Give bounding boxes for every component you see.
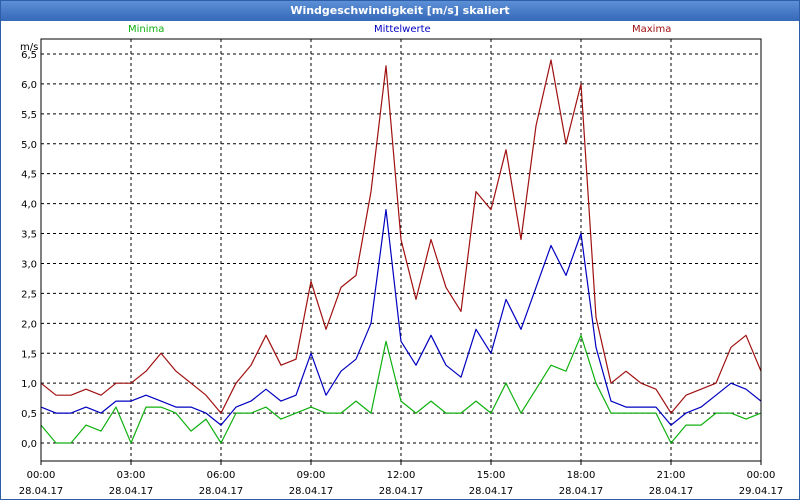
y-tick-label: 5,0 [21, 140, 37, 151]
x-tick-date-label: 28.04.17 [559, 486, 604, 497]
y-tick-label: 0,5 [21, 409, 37, 420]
y-tick-label: 4,0 [21, 200, 37, 211]
y-tick-label: 6,5 [21, 50, 37, 61]
y-tick-label: 6,0 [21, 80, 37, 91]
x-tick-date-label: 28.04.17 [649, 486, 694, 497]
x-tick-date-label: 28.04.17 [469, 486, 514, 497]
x-tick-date-label: 28.04.17 [379, 486, 424, 497]
x-tick-date-label: 28.04.17 [19, 486, 64, 497]
x-tick-time-label: 03:00 [117, 470, 146, 481]
y-tick-label: 1,0 [21, 379, 37, 390]
x-tick-time-label: 12:00 [387, 470, 416, 481]
y-tick-label: 4,5 [21, 170, 37, 181]
wind-speed-chart: m/s 0,00,51,01,52,02,53,03,54,04,55,05,5… [19, 38, 784, 497]
y-tick-label: 2,5 [21, 289, 37, 300]
x-tick-date-label: 28.04.17 [199, 486, 244, 497]
x-tick-time-label: 21:00 [657, 470, 686, 481]
x-tick-time-label: 00:00 [27, 470, 56, 481]
y-tick-label: 1,5 [21, 349, 37, 360]
x-tick-date-label: 28.04.17 [289, 486, 334, 497]
y-tick-label: 0,0 [21, 439, 37, 450]
y-tick-label: 3,0 [21, 259, 37, 270]
x-tick-time-label: 18:00 [567, 470, 596, 481]
y-tick-label: 2,0 [21, 319, 37, 330]
x-tick-time-label: 15:00 [477, 470, 506, 481]
y-tick-label: 5,5 [21, 110, 37, 121]
y-tick-label: 3,5 [21, 230, 37, 241]
x-tick-time-label: 00:00 [747, 470, 776, 481]
x-tick-time-label: 09:00 [297, 470, 326, 481]
x-tick-date-label: 28.04.17 [109, 486, 154, 497]
x-tick-time-label: 06:00 [207, 470, 236, 481]
grid [41, 39, 761, 461]
x-tick-date-label: 29.04.17 [739, 486, 784, 497]
